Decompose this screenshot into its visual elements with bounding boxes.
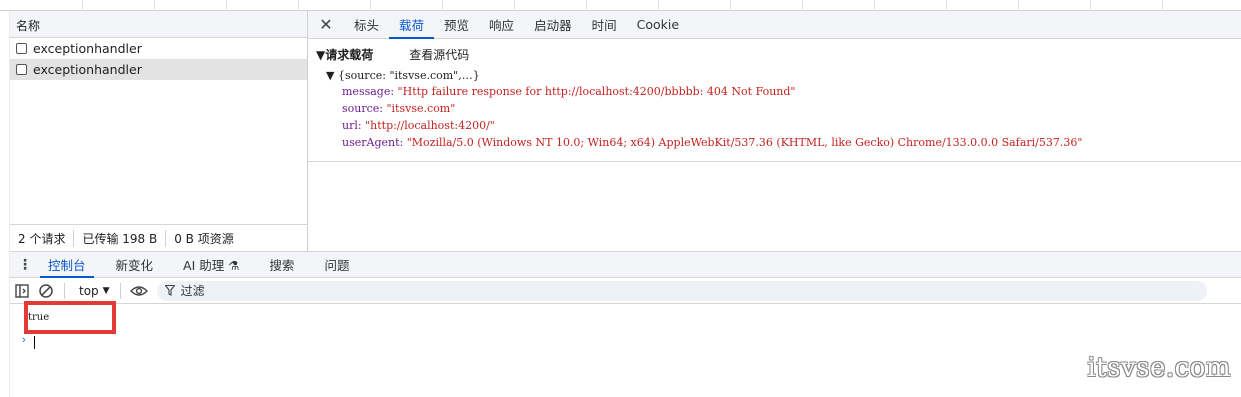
tab-preview[interactable]: 预览: [434, 11, 479, 38]
tab-timing[interactable]: 时间: [582, 11, 627, 38]
tab-issues[interactable]: 问题: [316, 252, 357, 277]
timeline-tick: [298, 0, 299, 11]
property-value: "Http failure response for http://localh…: [397, 85, 796, 98]
transferred-size: 已传输 198 B: [74, 229, 167, 247]
network-summary-bar: 2 个请求 已传输 198 B 0 B 项资源: [10, 224, 307, 251]
request-detail-pane: ✕ 标头 载荷 预览 响应 启动器 时间 Cookie ▼请求载荷 查看源代码 …: [308, 11, 1241, 251]
timeline-tick: [946, 0, 947, 11]
property-value: "itsvse.com": [386, 102, 456, 115]
watermark: itsvse.com: [1087, 353, 1231, 383]
console-prompt-icon: ›: [22, 334, 26, 346]
tab-console[interactable]: 控制台: [40, 252, 94, 278]
request-name: exceptionhandler: [33, 62, 142, 77]
close-icon[interactable]: ✕: [308, 11, 344, 38]
more-options-icon[interactable]: ⋮: [10, 252, 40, 277]
property-value: "Mozilla/5.0 (Windows NT 10.0; Win64; x6…: [406, 136, 1083, 149]
filter-icon: [164, 285, 175, 296]
filter-placeholder: 过滤: [180, 284, 205, 298]
timeline-tick: [586, 0, 587, 11]
filter-input[interactable]: 过滤: [156, 280, 1207, 301]
payload-property: source: "itsvse.com": [342, 102, 1233, 116]
request-list-pane: 名称 exceptionhandler exceptionhandler 2 个…: [10, 11, 308, 251]
property-key: message:: [342, 85, 398, 98]
timeline-tick: [1090, 0, 1091, 11]
timeline-tick: [226, 0, 227, 11]
left-gutter: [0, 11, 10, 397]
view-source-link[interactable]: 查看源代码: [409, 46, 469, 63]
payload-property: message: "Http failure response for http…: [342, 85, 1233, 99]
toolbar-divider: [119, 282, 121, 299]
timeline-tick: [154, 0, 155, 11]
property-key: source:: [342, 102, 387, 115]
detail-tabs: ✕ 标头 载荷 预览 响应 启动器 时间 Cookie: [308, 11, 1241, 39]
context-label: top: [79, 283, 99, 298]
property-key: url:: [342, 119, 366, 132]
tab-cookies[interactable]: Cookie: [627, 11, 689, 38]
request-name: exceptionhandler: [33, 41, 142, 56]
request-row-selected[interactable]: exceptionhandler: [10, 59, 307, 80]
annotation-highlight-box: [24, 301, 116, 334]
console-input-caret[interactable]: [34, 336, 35, 349]
payload-section-header: ▼请求载荷 查看源代码: [316, 45, 1233, 63]
property-key: userAgent:: [342, 136, 407, 149]
console-output: true ›: [10, 301, 1241, 397]
row-checkbox[interactable]: [16, 64, 27, 75]
console-toolbar: top ▼ 过滤: [10, 278, 1241, 304]
network-timeline: [0, 0, 1241, 11]
payload-property: url: "http://localhost:4200/": [342, 119, 1233, 133]
tab-response[interactable]: 响应: [479, 11, 524, 38]
timeline-tick: [802, 0, 803, 11]
tab-ai-assistant[interactable]: AI 助理 ⚗: [175, 252, 247, 277]
request-row[interactable]: exceptionhandler: [10, 38, 307, 59]
context-selector[interactable]: top ▼: [75, 284, 114, 298]
tab-whats-new[interactable]: 新变化: [108, 252, 162, 277]
tab-search[interactable]: 搜索: [261, 252, 302, 277]
eye-icon[interactable]: [127, 279, 151, 303]
property-value: "http://localhost:4200/": [365, 119, 495, 132]
timeline-tick: [658, 0, 659, 11]
clear-console-icon[interactable]: [34, 279, 58, 303]
tab-payload[interactable]: 载荷: [389, 11, 435, 39]
timeline-tick: [370, 0, 371, 11]
payload-property: userAgent: "Mozilla/5.0 (Windows NT 10.0…: [342, 136, 1233, 150]
tab-initiator[interactable]: 启动器: [524, 11, 582, 38]
timeline-tick: [730, 0, 731, 11]
timeline-tick: [874, 0, 875, 11]
request-count: 2 个请求: [10, 229, 75, 247]
resources-size: 0 B 项资源: [174, 231, 234, 246]
row-checkbox[interactable]: [16, 43, 27, 54]
payload-panel: ▼请求载荷 查看源代码 ▼ {source: "itsvse.com",…} m…: [308, 39, 1241, 162]
name-column-header[interactable]: 名称: [10, 11, 307, 38]
timeline-tick: [1018, 0, 1019, 11]
request-payload-title[interactable]: ▼请求载荷: [316, 46, 373, 63]
timeline-tick: [82, 0, 83, 11]
drawer-tabs: ⋮ 控制台 新变化 AI 助理 ⚗ 搜索 问题: [10, 251, 1241, 278]
sidebar-toggle-icon[interactable]: [10, 279, 34, 303]
dropdown-arrow-icon: ▼: [102, 285, 110, 296]
timeline-tick: [1162, 0, 1163, 11]
toolbar-divider: [64, 282, 65, 299]
timeline-tick: [514, 0, 515, 11]
timeline-tick: [442, 0, 443, 11]
payload-object-summary[interactable]: ▼ {source: "itsvse.com",…}: [326, 69, 1233, 82]
tab-headers[interactable]: 标头: [344, 11, 389, 38]
